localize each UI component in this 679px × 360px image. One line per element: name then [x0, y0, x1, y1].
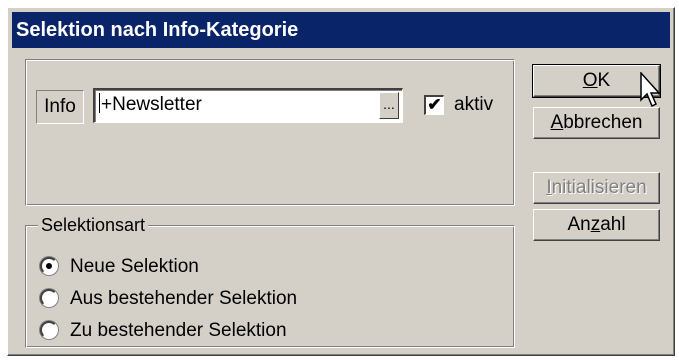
selektionsart-legend: Selektionsart — [38, 212, 149, 238]
radio-button[interactable] — [40, 321, 58, 339]
radio-label[interactable]: Aus bestehender Selektion — [70, 286, 297, 312]
radio-selected-dot — [46, 263, 52, 269]
mouse-pointer-icon — [640, 72, 661, 108]
window-title: Selektion nach Info-Kategorie — [12, 12, 670, 48]
info-group: Info +Newsletter ... ✔ aktiv — [25, 59, 515, 206]
aktiv-label[interactable]: aktiv — [454, 91, 493, 119]
info-category-input[interactable]: +Newsletter — [93, 88, 403, 123]
radio-button[interactable] — [40, 257, 58, 275]
text-caret — [99, 93, 100, 113]
radio-button[interactable] — [40, 289, 58, 307]
anzahl-button[interactable]: Anzahl — [533, 209, 660, 241]
radio-label[interactable]: Neue Selektion — [70, 254, 199, 280]
selektionsart-group: Selektionsart Neue Selektion Aus bestehe… — [25, 212, 515, 348]
browse-button[interactable]: ... — [379, 92, 399, 119]
info-category-value: +Newsletter — [101, 94, 202, 115]
dialog-window: Selektion nach Info-Kategorie Info +News… — [7, 7, 675, 356]
radio-label[interactable]: Zu bestehender Selektion — [70, 318, 287, 344]
info-label: Info — [36, 90, 84, 124]
initialisieren-button[interactable]: Initialisieren — [533, 172, 660, 204]
aktiv-checkbox[interactable]: ✔ — [424, 95, 444, 115]
